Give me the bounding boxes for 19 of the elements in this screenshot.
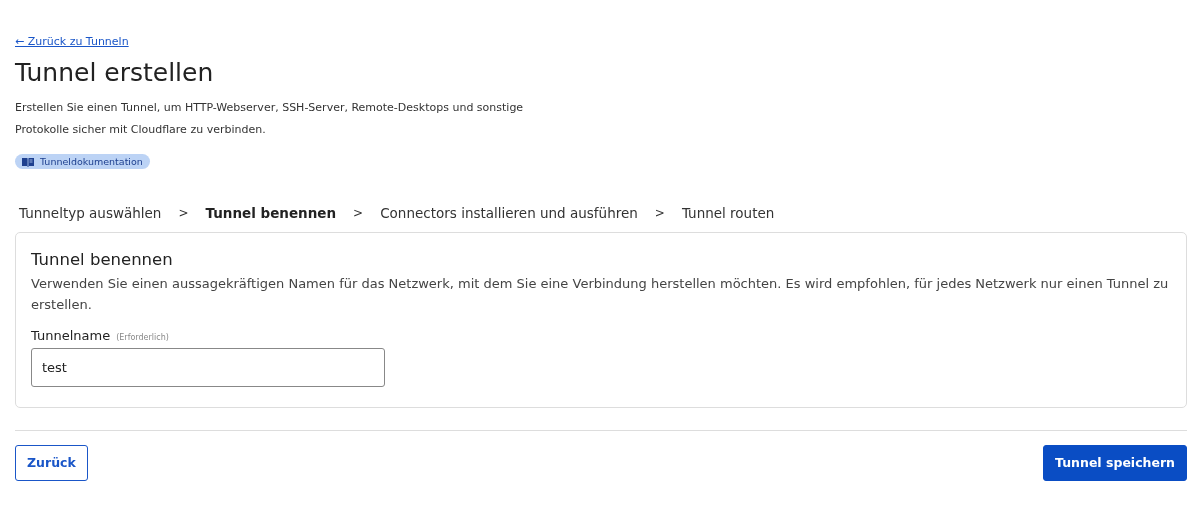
step-separator: > <box>178 205 189 220</box>
step-tab[interactable]: Connectors installieren und ausführen <box>380 204 638 221</box>
tunnel-name-field[interactable]: test <box>31 347 385 387</box>
back-button[interactable]: Zurück <box>15 444 88 481</box>
field-label: Tunnelname <box>31 327 111 343</box>
save-button[interactable]: Tunnel speichern <box>1043 444 1187 481</box>
documentation-link[interactable]: Tunneldokumentation <box>15 154 150 169</box>
step-separator: > <box>353 205 364 220</box>
step-tab[interactable]: Tunnel benennen <box>205 204 337 221</box>
page-description: Erstellen Sie einen Tunnel, um HTTP-Webserver, SSH-Server, Remote-Desktops und sonstige Protokolle sicher mit Cloudflare zu verbinden. <box>15 100 525 138</box>
card-description: Verwenden Sie einen aussagekräftigen Namen für das Netzwerk, mit dem Sie eine Verbindung herstellen möchten. Es wird empfohlen, für jedes Netzwerk nur einen Tunnel zu erstellen. <box>31 274 1170 314</box>
step-tab[interactable]: Tunnel routen <box>681 204 775 221</box>
book-icon <box>22 156 34 167</box>
back-link[interactable]: ← Zurück zu Tunneln <box>15 35 129 48</box>
page-title: Tunnel erstellen <box>15 58 215 87</box>
required-hint: (Erforderlich) <box>116 332 169 342</box>
step-tab[interactable]: Tunneltyp auswählen <box>19 204 162 221</box>
step-separator: > <box>654 205 665 220</box>
card-title: Tunnel benennen <box>31 249 174 269</box>
